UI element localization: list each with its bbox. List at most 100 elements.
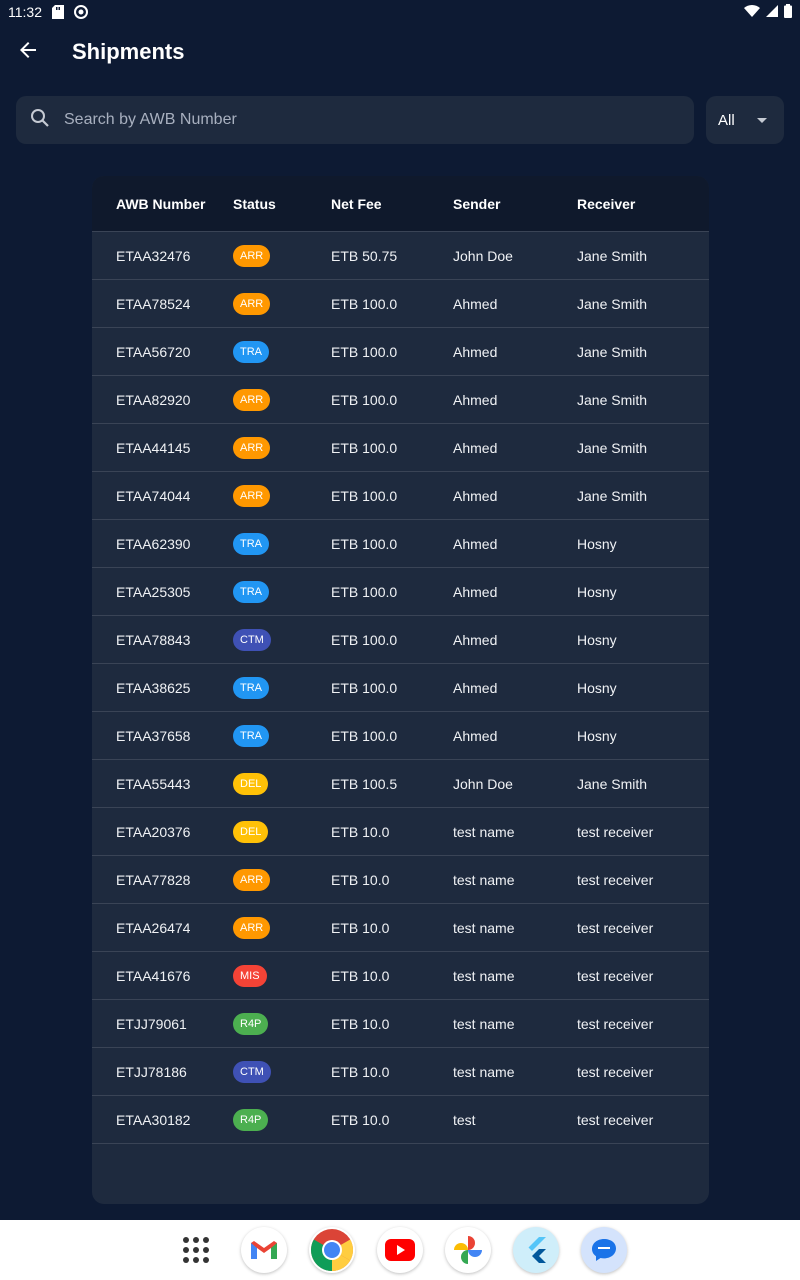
net-fee-cell: ETB 100.0 [331,487,398,504]
net-fee-cell: ETB 100.5 [331,775,398,792]
gmail-icon[interactable] [241,1227,287,1273]
app-drawer-icon[interactable] [173,1227,219,1273]
status-badge: R4P [233,1012,269,1035]
battery-icon [784,3,792,21]
header-net-fee[interactable]: Net Fee [331,196,453,212]
awb-number-cell: ETAA56720 [116,343,191,360]
table-row[interactable]: ETAA55443 DEL ETB 100.5 John Doe Jane Smith [92,760,709,808]
table-row[interactable]: ETAA38625 TRA ETB 100.0 Ahmed Hosny [92,664,709,712]
status-badge: TRA [233,676,269,699]
receiver-cell: test receiver [577,1015,654,1032]
messages-icon[interactable] [581,1227,627,1273]
sender-cell: Ahmed [453,487,498,504]
receiver-cell: Jane Smith [577,487,648,504]
net-fee-cell: ETB 10.0 [331,1063,390,1080]
receiver-cell: Hosny [577,535,617,552]
header-status[interactable]: Status [233,196,331,212]
header-receiver[interactable]: Receiver [577,196,709,212]
awb-number-cell: ETAA44145 [116,439,191,456]
awb-number-cell: ETAA74044 [116,487,191,504]
net-fee-cell: ETB 100.0 [331,679,398,696]
app-dock [0,1220,800,1280]
flutter-icon[interactable] [513,1227,559,1273]
receiver-cell: Hosny [577,679,617,696]
status-cell: ARR [233,868,331,891]
sender-cell: Ahmed [453,439,498,456]
net-fee-cell: ETB 10.0 [331,1015,390,1032]
table-row[interactable]: ETAA78524 ARR ETB 100.0 Ahmed Jane Smith [92,280,709,328]
awb-number-cell: ETAA55443 [116,775,191,792]
search-icon [30,108,50,133]
sender-cell: Ahmed [453,391,498,408]
net-fee-cell: ETB 10.0 [331,919,390,936]
youtube-icon[interactable] [377,1227,423,1273]
chrome-icon[interactable] [309,1227,355,1273]
status-badge: ARR [233,868,271,891]
net-fee-cell: ETB 100.0 [331,583,398,600]
receiver-cell: Jane Smith [577,775,648,792]
status-badge: ARR [233,916,271,939]
receiver-cell: Jane Smith [577,343,648,360]
header-sender[interactable]: Sender [453,196,577,212]
receiver-cell: test receiver [577,1111,654,1128]
table-row[interactable]: ETJJ78186 CTM ETB 10.0 test name test receiv… [92,1048,709,1096]
status-cell: ARR [233,916,331,939]
status-cell: CTM [233,1060,331,1083]
search-box[interactable] [16,96,694,144]
status-filter-dropdown[interactable]: All [706,96,784,144]
table-row[interactable]: ETAA30182 R4P ETB 10.0 test test receiver [92,1096,709,1144]
table-row[interactable]: ETJJ79061 R4P ETB 10.0 test name test receiv… [92,1000,709,1048]
arrow-back-icon [18,40,38,65]
status-badge: ARR [233,388,271,411]
search-input[interactable] [64,111,624,129]
filter-selected-value: All [718,111,735,129]
awb-number-cell: ETAA30182 [116,1111,191,1128]
status-badge: TRA [233,580,269,603]
table-row[interactable]: ETAA74044 ARR ETB 100.0 Ahmed Jane Smith [92,472,709,520]
table-row[interactable]: ETAA44145 ARR ETB 100.0 Ahmed Jane Smith [92,424,709,472]
status-badge: CTM [233,628,271,651]
table-row[interactable]: ETAA26474 ARR ETB 10.0 test name test receiv… [92,904,709,952]
awb-number-cell: ETJJ79061 [116,1015,187,1032]
table-row[interactable]: ETAA20376 DEL ETB 10.0 test name test receiv… [92,808,709,856]
sender-cell: Ahmed [453,679,498,696]
sd-card-icon [52,5,66,19]
receiver-cell: Hosny [577,631,617,648]
net-fee-cell: ETB 50.75 [331,247,398,264]
table-row[interactable]: ETAA77828 ARR ETB 10.0 test name test receiv… [92,856,709,904]
header-awb-number[interactable]: AWB Number [92,196,233,212]
sender-cell: Ahmed [453,343,498,360]
awb-number-cell: ETAA62390 [116,535,191,552]
receiver-cell: Jane Smith [577,247,648,264]
photos-icon[interactable] [445,1227,491,1273]
awb-number-cell: ETAA25305 [116,583,191,600]
net-fee-cell: ETB 100.0 [331,391,398,408]
status-badge: CTM [233,1060,271,1083]
table-row[interactable]: ETAA78843 CTM ETB 100.0 Ahmed Hosny [92,616,709,664]
status-right [744,3,792,21]
app-bar: Shipments [0,24,800,80]
back-button[interactable] [0,24,56,80]
sender-cell: Ahmed [453,583,498,600]
status-badge: TRA [233,724,269,747]
awb-number-cell: ETAA41676 [116,967,191,984]
table-row[interactable]: ETAA25305 TRA ETB 100.0 Ahmed Hosny [92,568,709,616]
table-row[interactable]: ETAA41676 MIS ETB 10.0 test name test receiv… [92,952,709,1000]
table-row[interactable]: ETAA37658 TRA ETB 100.0 Ahmed Hosny [92,712,709,760]
table-row[interactable]: ETAA62390 TRA ETB 100.0 Ahmed Hosny [92,520,709,568]
wifi-icon [744,4,760,21]
awb-number-cell: ETJJ78186 [116,1063,187,1080]
receiver-cell: Jane Smith [577,295,648,312]
status-badge: ARR [233,292,271,315]
receiver-cell: test receiver [577,919,654,936]
receiver-cell: Jane Smith [577,439,648,456]
table-row[interactable]: ETAA32476 ARR ETB 50.75 John Doe Jane Smith [92,232,709,280]
awb-number-cell: ETAA20376 [116,823,191,840]
status-cell: ARR [233,436,331,459]
status-badge: ARR [233,244,271,267]
status-cell: ARR [233,244,331,267]
receiver-cell: Hosny [577,727,617,744]
table-row[interactable]: ETAA56720 TRA ETB 100.0 Ahmed Jane Smith [92,328,709,376]
receiver-cell: test receiver [577,823,654,840]
table-row[interactable]: ETAA82920 ARR ETB 100.0 Ahmed Jane Smith [92,376,709,424]
